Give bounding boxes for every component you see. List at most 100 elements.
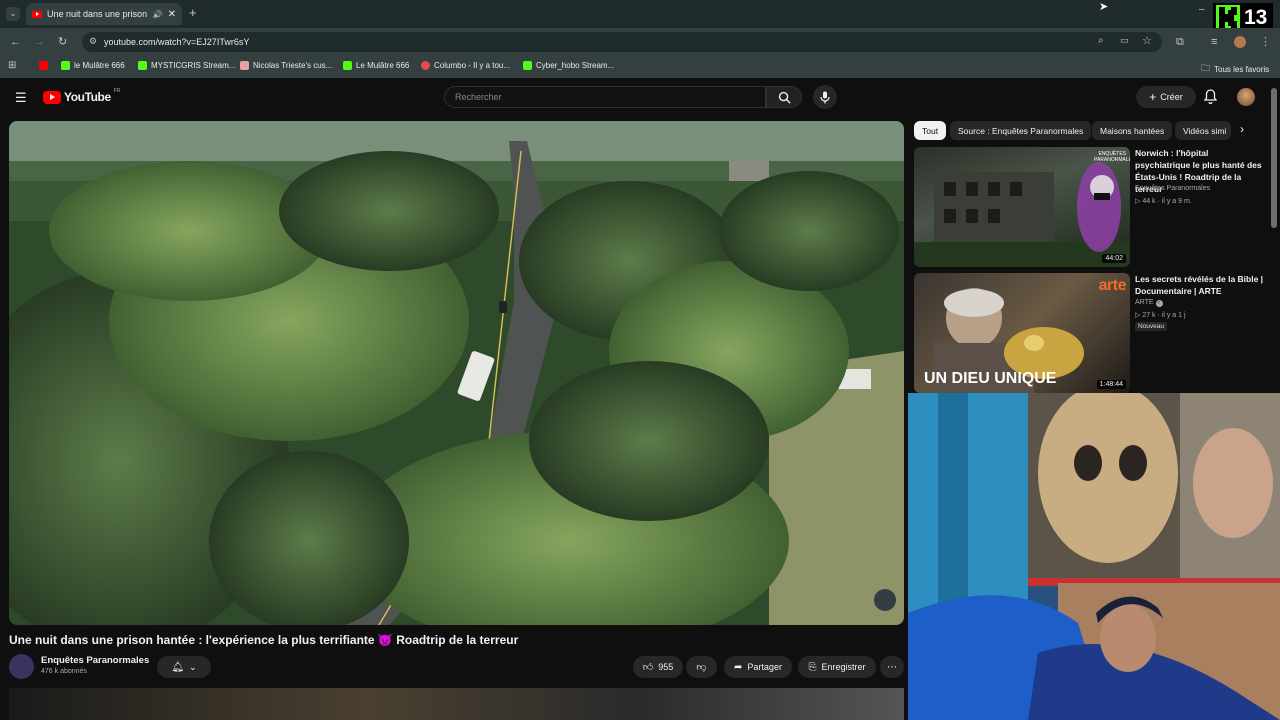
aerial-forest-road-frame — [9, 121, 904, 625]
forward-icon[interactable]: → — [34, 36, 45, 48]
reload-icon[interactable]: ↻ — [58, 36, 67, 48]
more-dots-icon: ⋯ — [887, 661, 897, 673]
rec-2-channel[interactable]: ARTE ✓ — [1135, 299, 1163, 307]
youtube-logo[interactable]: YouTube FR — [43, 88, 121, 104]
chevron-down-icon: ⌄ — [189, 661, 197, 672]
extensions-icon[interactable]: ⧉ — [1176, 36, 1184, 48]
close-tab-icon[interactable]: ✕ — [168, 9, 176, 20]
cast-icon[interactable]: ▭ — [1120, 35, 1129, 46]
like-count: 955 — [658, 662, 674, 672]
bookmark-3[interactable]: Nicolas Trieste's cus... — [240, 61, 332, 70]
rec-1-channel[interactable]: Enquêtes Paranormales — [1135, 185, 1210, 192]
share-arrow-icon: ➦ — [734, 661, 743, 673]
rec-1-meta: ▷ 44 k · il y a 9 m. — [1135, 197, 1192, 205]
rec-1-views: 44 k · il y a 9 m. — [1142, 198, 1192, 205]
share-button[interactable]: ➦ Partager — [724, 656, 792, 678]
video-player[interactable] — [9, 121, 904, 625]
site-info-icon[interactable]: ⚙ — [89, 36, 97, 47]
create-button[interactable]: + Créer — [1136, 86, 1196, 108]
microphone-icon — [820, 91, 830, 103]
page-scrollbar[interactable] — [1271, 88, 1277, 228]
back-icon[interactable]: ← — [10, 36, 21, 48]
bookmark-4[interactable]: Le Mulâtre 666 — [343, 61, 409, 70]
kick-favicon-icon — [343, 61, 352, 70]
youtube-play-icon — [43, 90, 61, 104]
like-button[interactable]: 👍︎ 955 — [633, 656, 683, 678]
account-avatar[interactable] — [1237, 88, 1255, 106]
rec-thumbnail-1[interactable]: ENQUÊTES PARANORMALES 44:02 — [914, 147, 1130, 267]
bookmark-label: Cyber_hobo Stream... — [536, 61, 615, 70]
bookmark-6[interactable]: Cyber_hobo Stream... — [523, 61, 614, 70]
subscribed-bell-button[interactable]: 🔔︎ ⌄ — [157, 656, 211, 678]
zoom-icon[interactable]: ⌕ — [1098, 35, 1104, 46]
search-icon — [778, 91, 791, 104]
chips-next-icon[interactable]: › — [1240, 122, 1244, 136]
below-video-thumbnail-strip — [9, 688, 904, 720]
search-input[interactable]: Rechercher — [444, 86, 766, 108]
bell-icon: 🔔︎ — [171, 661, 185, 673]
bookmark-5[interactable]: Columbo - Il y a tou... — [421, 61, 510, 70]
bookmark-icon: ⎘ — [808, 661, 817, 673]
bookmark-label: Nicolas Trieste's cus... — [253, 61, 333, 70]
voice-search-button[interactable] — [813, 85, 837, 109]
save-button[interactable]: ⎘ Enregistrer — [798, 656, 876, 678]
rec-thumbnail-2[interactable]: arte UN DIEU UNIQUE 1:48:44 — [914, 273, 1130, 393]
site-favicon-icon — [421, 61, 430, 70]
new-badge: Nouveau — [1135, 322, 1168, 331]
menu-dots-icon[interactable]: ⋮ — [1260, 36, 1271, 48]
search-button[interactable] — [766, 86, 802, 108]
channel-name[interactable]: Enquêtes Paranormales — [41, 655, 149, 666]
kick-count: 13 — [1244, 6, 1268, 29]
bookmark-label: Columbo - Il y a tou... — [434, 61, 511, 70]
kick-favicon-icon — [138, 61, 147, 70]
apps-icon[interactable]: ⊞ — [8, 60, 16, 71]
channel-avatar[interactable] — [9, 654, 34, 679]
save-label: Enregistrer — [821, 662, 866, 672]
bookmark-1[interactable]: le Mulâtre 666 — [61, 61, 125, 70]
youtube-favicon-icon — [32, 10, 42, 18]
webcam-overlay — [908, 393, 1280, 720]
chip-source[interactable]: Source : Enquêtes Paranormales — [950, 121, 1092, 140]
rec-1-badge: ENQUÊTES PARANORMALES — [1094, 151, 1130, 163]
rec-2-channel-name: ARTE — [1135, 299, 1154, 306]
share-label: Partager — [747, 662, 782, 672]
media-icon[interactable]: ≡ — [1211, 36, 1217, 48]
browser-tab[interactable]: Une nuit dans une prison h 🔊 ✕ — [26, 3, 182, 25]
dislike-button[interactable]: 👎︎ — [686, 656, 717, 678]
chip-haunted-houses[interactable]: Maisons hantées — [1092, 121, 1173, 140]
thumbs-down-icon: 👎︎ — [696, 662, 707, 673]
url-text: youtube.com/watch?v=EJ27ITwr6sY — [104, 37, 250, 47]
verified-check-icon: ✓ — [1155, 300, 1163, 307]
bookmark-youtube[interactable] — [39, 61, 48, 70]
all-favorites-label: Tous les favoris — [1214, 64, 1270, 74]
bookmark-star-icon[interactable]: ☆ — [1142, 34, 1152, 47]
rec-2-title[interactable]: Les secrets révélés de la Bible | Docume… — [1135, 273, 1265, 297]
bookmark-label: le Mulâtre 666 — [74, 61, 125, 70]
address-bar[interactable]: ⚙ youtube.com/watch?v=EJ27ITwr6sY ⌕ ▭ ☆ — [82, 32, 1162, 52]
tab-title: Une nuit dans une prison h — [47, 9, 148, 19]
streamer-webcam-feed — [908, 393, 1280, 720]
notifications-bell-icon[interactable] — [1203, 89, 1218, 109]
profile-avatar[interactable] — [1234, 36, 1246, 48]
plus-icon: + — [1149, 90, 1157, 104]
kick-favicon-icon — [61, 61, 70, 70]
rec-1-duration: 44:02 — [1102, 254, 1126, 263]
more-actions-button[interactable]: ⋯ — [880, 656, 904, 678]
region-code: FR — [113, 88, 121, 94]
all-favorites[interactable]: 🗀 Tous les favoris — [1201, 61, 1269, 77]
kick-favicon-icon — [523, 61, 532, 70]
bookmark-2[interactable]: MYSTICGRIS Stream... — [138, 61, 235, 70]
speaker-icon[interactable]: 🔊 — [153, 10, 163, 19]
folder-icon: 🗀 — [1201, 63, 1211, 73]
bookmark-label: Le Mulâtre 666 — [356, 61, 410, 70]
search-placeholder: Rechercher — [455, 92, 502, 102]
tab-search-icon[interactable]: ⌄ — [6, 7, 20, 21]
hamburger-menu-icon[interactable]: ☰ — [15, 90, 27, 106]
chip-all[interactable]: Tout — [914, 121, 947, 140]
minimize-icon[interactable]: – — [1199, 4, 1205, 15]
cursor-icon: ➤ — [1099, 1, 1109, 13]
chip-similar-videos[interactable]: Vidéos simi — [1175, 121, 1231, 140]
haunted-hospital-thumbnail — [914, 162, 1130, 267]
new-tab-icon[interactable]: + — [189, 5, 197, 20]
browser-toolbar: ← → ↻ ⚙ youtube.com/watch?v=EJ27ITwr6sY … — [0, 28, 1280, 56]
